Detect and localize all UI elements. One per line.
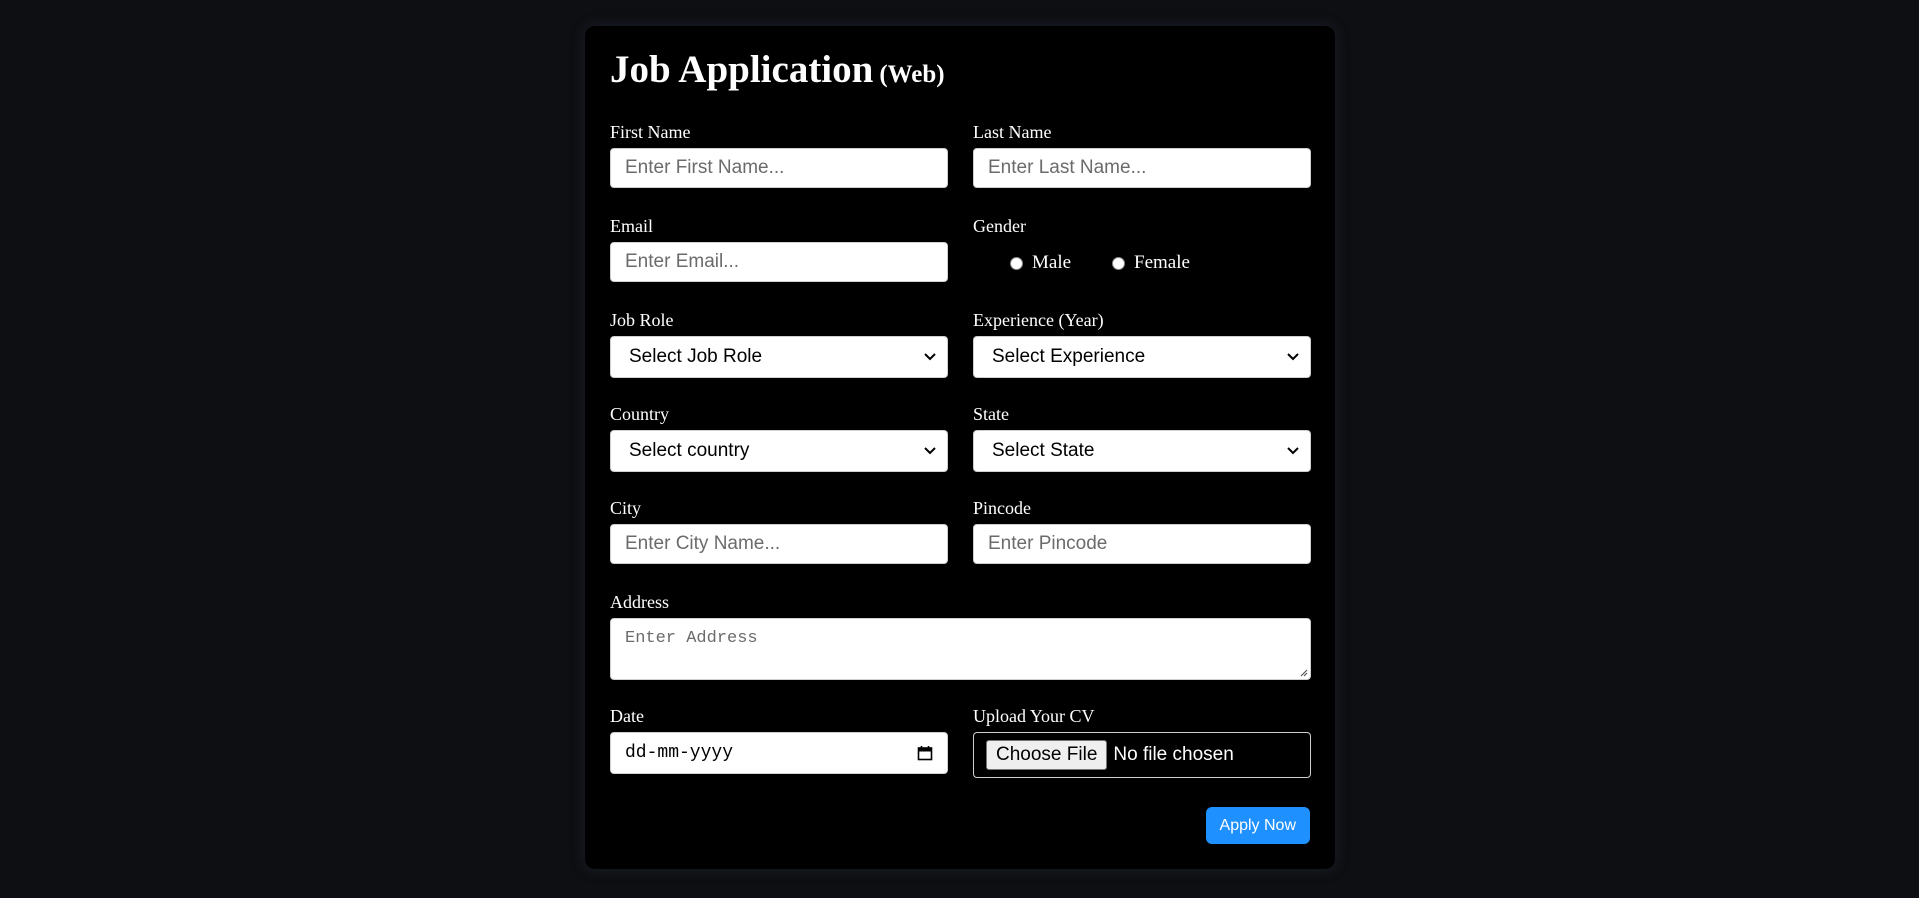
choose-file-button[interactable]: Choose File [986, 740, 1108, 770]
first-name-group: First Name [610, 122, 948, 188]
experience-select[interactable]: Select Experience [973, 336, 1311, 378]
country-label: Country [610, 404, 670, 424]
pincode-group: Pincode [973, 498, 1311, 564]
state-select[interactable]: Select State [973, 430, 1311, 472]
state-selected-value: Select State [992, 440, 1095, 461]
country-selected-value: Select country [629, 440, 750, 461]
pincode-label: Pincode [973, 498, 1031, 518]
state-label: State [973, 404, 1009, 424]
city-input[interactable] [610, 524, 948, 564]
address-placeholder: Enter Address [625, 629, 758, 648]
last-name-label: Last Name [973, 122, 1052, 142]
experience-label: Experience (Year) [973, 310, 1104, 330]
email-group: Email [610, 216, 948, 282]
experience-group: Experience (Year) Select Experience [973, 310, 1311, 378]
city-label: City [610, 498, 642, 518]
cv-upload-label: Upload Your CV [973, 706, 1095, 726]
page-title: Job Application (Web) [610, 50, 945, 89]
first-name-label: First Name [610, 122, 691, 142]
title-text: Job Application [610, 48, 874, 91]
state-group: State Select State [973, 404, 1311, 472]
calendar-icon[interactable] [917, 745, 933, 761]
country-select[interactable]: Select country [610, 430, 948, 472]
gender-option-female[interactable]: Female [1112, 252, 1190, 274]
job-application-card: Job Application(Web) First Name Last Nam… [585, 26, 1335, 869]
date-label: Date [610, 706, 644, 726]
address-group: Address Enter Address [610, 592, 1311, 680]
country-group: Country Select country [610, 404, 948, 472]
job-role-group: Job Role Select Job Role [610, 310, 948, 378]
last-name-group: Last Name [973, 122, 1311, 188]
pincode-input[interactable] [973, 524, 1311, 564]
email-input[interactable] [610, 242, 948, 282]
gender-radio-group: Male Female [973, 242, 1311, 282]
email-label: Email [610, 216, 653, 236]
apply-now-button[interactable]: Apply Now [1205, 807, 1310, 844]
gender-label: Gender [973, 216, 1026, 236]
female-radio-label: Female [1134, 252, 1190, 273]
experience-selected-value: Select Experience [992, 346, 1146, 367]
cv-upload-group: Upload Your CV Choose File No file chose… [973, 706, 1311, 778]
cv-file-input[interactable]: Choose File No file chosen [973, 732, 1311, 778]
female-radio[interactable] [1112, 256, 1125, 270]
first-name-input[interactable] [610, 148, 948, 188]
job-role-label: Job Role [610, 310, 674, 330]
date-input[interactable]: dd-mm-yyyy [610, 732, 948, 774]
address-textarea[interactable]: Enter Address [610, 618, 1311, 680]
chevron-down-icon [1287, 353, 1299, 361]
title-suffix: (Web) [879, 61, 945, 88]
file-status-text: No file chosen [1113, 744, 1234, 765]
chevron-down-icon [924, 353, 936, 361]
chevron-down-icon [1287, 447, 1299, 455]
job-role-select[interactable]: Select Job Role [610, 336, 948, 378]
gender-group: Gender Male Female [973, 216, 1311, 282]
male-radio[interactable] [1010, 256, 1023, 270]
address-label: Address [610, 592, 669, 612]
date-placeholder: dd-mm-yyyy [625, 743, 734, 763]
male-radio-label: Male [1032, 252, 1072, 273]
resize-grip-icon[interactable] [1298, 667, 1308, 677]
job-role-selected-value: Select Job Role [629, 346, 763, 367]
gender-option-male[interactable]: Male [1010, 252, 1071, 274]
date-group: Date dd-mm-yyyy [610, 706, 948, 774]
last-name-input[interactable] [973, 148, 1311, 188]
city-group: City [610, 498, 948, 564]
chevron-down-icon [924, 447, 936, 455]
